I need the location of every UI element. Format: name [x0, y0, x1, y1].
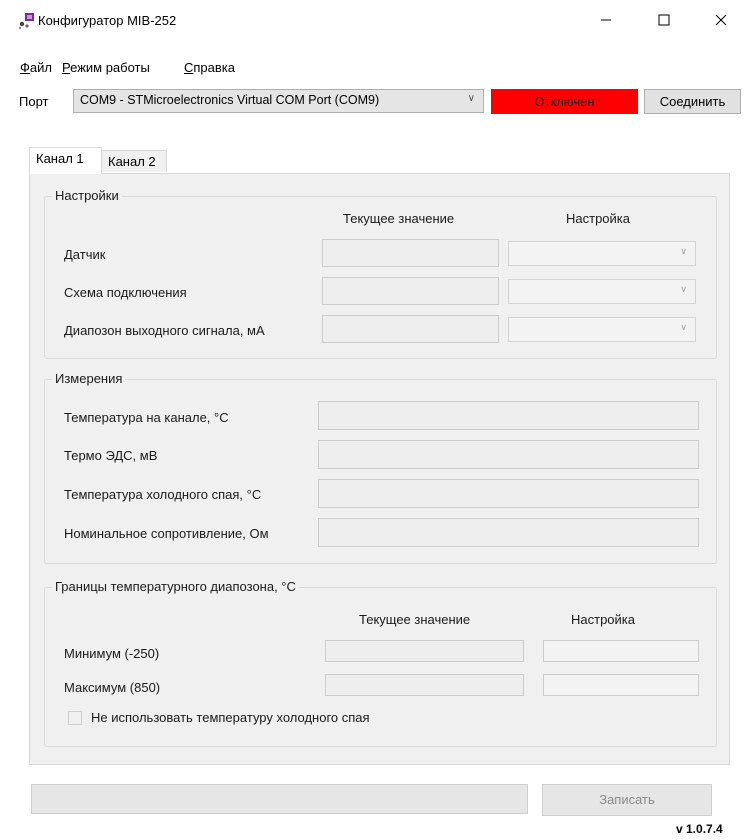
port-select-value: COM9 - STMicroelectronics Virtual COM Po… — [80, 93, 380, 107]
chevron-down-icon: ∨ — [680, 284, 687, 294]
chevron-down-icon: ∨ — [467, 93, 475, 104]
tab-channel-2[interactable]: Канал 2 — [101, 150, 167, 172]
menu-mode[interactable]: Режим работы — [62, 60, 150, 75]
title-bar: Конфигуратор MIB-252 — [0, 0, 744, 40]
connection-status: Отключен — [491, 89, 638, 114]
maximize-button[interactable] — [641, 0, 687, 40]
cold-junction-checkbox[interactable] — [68, 711, 82, 725]
cold-junction-temp-field — [318, 479, 699, 508]
sensor-label: Датчик — [64, 247, 106, 262]
settings-title: Настройки — [52, 188, 122, 203]
cold-junction-temp-label: Температура холодного спая, °C — [64, 487, 262, 502]
thermo-emf-label: Термо ЭДС, мВ — [64, 448, 158, 463]
connection-scheme-label: Схема подключения — [64, 285, 187, 300]
port-label: Порт — [19, 94, 49, 109]
menu-file[interactable]: Файл — [20, 60, 52, 75]
maximize-icon — [658, 14, 670, 26]
cold-junction-checkbox-label: Не использовать температуру холодного сп… — [91, 710, 370, 725]
sensor-current-field — [322, 239, 499, 267]
app-icon — [18, 13, 34, 30]
connection-scheme-select[interactable]: ∨ — [508, 279, 696, 304]
max-label: Максимум (850) — [64, 680, 161, 695]
measurements-title: Измерения — [52, 371, 126, 386]
channel-temp-label: Температура на канале, °C — [64, 410, 229, 425]
min-label: Минимум (-250) — [64, 646, 160, 661]
write-button[interactable]: Записать — [542, 784, 712, 816]
menu-help[interactable]: Справка — [184, 60, 235, 75]
progress-bar — [31, 784, 528, 814]
output-range-label: Диапозон выходного сигнала, мА — [64, 323, 265, 338]
nominal-resistance-label: Номинальное сопротивление, Ом — [64, 526, 269, 541]
min-current-field — [325, 640, 524, 662]
close-button[interactable] — [698, 0, 744, 40]
close-icon — [715, 14, 727, 26]
nominal-resistance-field — [318, 518, 699, 547]
connect-button[interactable]: Соединить — [644, 89, 741, 114]
tab-channel-1[interactable]: Канал 1 — [29, 147, 102, 174]
range-col-current: Текущее значение — [359, 612, 471, 627]
chevron-down-icon: ∨ — [680, 322, 687, 332]
settings-col-current: Текущее значение — [343, 211, 455, 226]
settings-col-setting: Настройка — [566, 211, 630, 226]
range-col-setting: Настройка — [571, 612, 635, 627]
chevron-down-icon: ∨ — [680, 246, 687, 256]
port-select[interactable]: COM9 - STMicroelectronics Virtual COM Po… — [73, 89, 484, 113]
channel-temp-field — [318, 401, 699, 430]
min-setting-input[interactable] — [543, 640, 699, 662]
sensor-select[interactable]: ∨ — [508, 241, 696, 266]
minimize-button[interactable] — [583, 0, 629, 40]
range-title: Границы температурного диапозона, °C — [52, 579, 299, 594]
minimize-icon — [601, 19, 611, 21]
max-current-field — [325, 674, 524, 696]
connection-scheme-current-field — [322, 277, 499, 305]
output-range-select[interactable]: ∨ — [508, 317, 696, 342]
output-range-current-field — [322, 315, 499, 343]
max-setting-input[interactable] — [543, 674, 699, 696]
window-title: Конфигуратор MIB-252 — [38, 13, 177, 28]
thermo-emf-field — [318, 440, 699, 469]
version-label: v 1.0.7.4 — [676, 822, 723, 836]
